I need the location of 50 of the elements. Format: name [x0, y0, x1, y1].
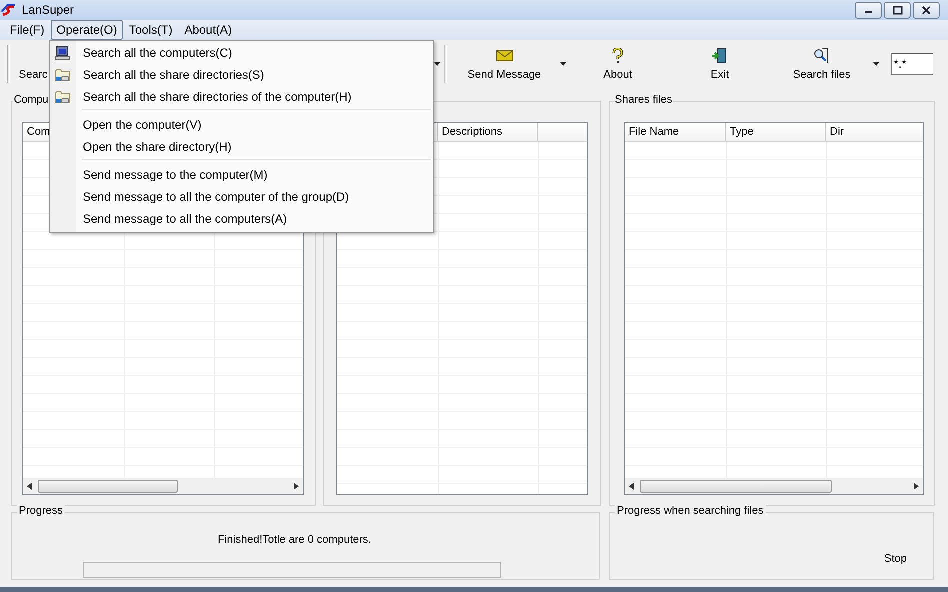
scroll-right-icon[interactable]	[914, 483, 919, 490]
dropdown-arrow-icon[interactable]	[873, 62, 880, 66]
status-message: Finished!Totle are 0 computers.	[218, 534, 372, 546]
computer-icon	[55, 45, 71, 61]
minimize-button[interactable]	[855, 2, 882, 18]
toolbar-button[interactable]: Send Message	[452, 44, 557, 84]
toolbar-button[interactable]: Search files	[774, 44, 870, 84]
menu-entry[interactable]: Send message to all the computers(A)	[83, 212, 288, 226]
exit-door-icon	[711, 48, 729, 64]
menu-item[interactable]: Operate(O)	[50, 20, 124, 40]
toolbar-button[interactable]: Searc	[19, 44, 49, 84]
group-title: Shares files	[614, 94, 674, 106]
horizontal-scrollbar[interactable]	[625, 478, 923, 494]
column-header[interactable]: Dir	[830, 126, 844, 138]
menu-item[interactable]: Tools(T)	[123, 20, 179, 40]
maximize-icon	[892, 6, 902, 14]
column-header[interactable]: Descriptions	[442, 126, 503, 138]
toolbar-button[interactable]: About	[579, 44, 657, 84]
menu-entry[interactable]: Search all the share directories(S)	[83, 68, 264, 82]
menu-entry[interactable]: Search all the share directories of the computer(H)	[83, 90, 352, 104]
scroll-right-icon[interactable]	[294, 483, 299, 490]
scroll-left-icon[interactable]	[629, 483, 634, 490]
app-logo-icon	[0, 3, 16, 17]
dropdown-arrow-icon[interactable]	[434, 62, 441, 66]
column-header[interactable]: Type	[730, 126, 754, 138]
group-title: Progress when searching files	[615, 505, 766, 517]
folder-icon	[55, 67, 71, 83]
menu-item[interactable]: File(F)	[4, 20, 51, 40]
horizontal-scrollbar[interactable]	[23, 478, 303, 494]
close-button[interactable]	[913, 2, 940, 18]
menu-item[interactable]: About(A)	[178, 20, 238, 40]
menu-entry[interactable]: Send message to the computer(M)	[83, 168, 268, 182]
group-title: Progress	[17, 505, 66, 517]
scroll-left-icon[interactable]	[27, 483, 32, 490]
close-icon	[922, 6, 931, 14]
menu-entry[interactable]: Open the computer(V)	[83, 118, 202, 132]
maximize-button[interactable]	[884, 2, 911, 18]
group-title: Compu	[13, 94, 50, 106]
menu-entry[interactable]: Open the share directory(H)	[83, 140, 232, 154]
window-title: LanSuper	[22, 3, 74, 17]
toolbar-button[interactable]: Exit	[689, 44, 751, 84]
envelope-icon	[496, 48, 514, 64]
folder-icon	[55, 89, 71, 105]
dropdown-arrow-icon[interactable]	[560, 62, 567, 66]
column-header[interactable]: File Name	[629, 126, 680, 138]
filter-field[interactable]: *.*	[891, 53, 933, 75]
stop-button[interactable]: Stop	[884, 553, 907, 565]
magnifier-icon	[813, 48, 831, 64]
menu-entry[interactable]: Search all the computers(C)	[83, 46, 232, 60]
menu-entry[interactable]: Send message to all the computer of the group(D)	[83, 190, 350, 204]
